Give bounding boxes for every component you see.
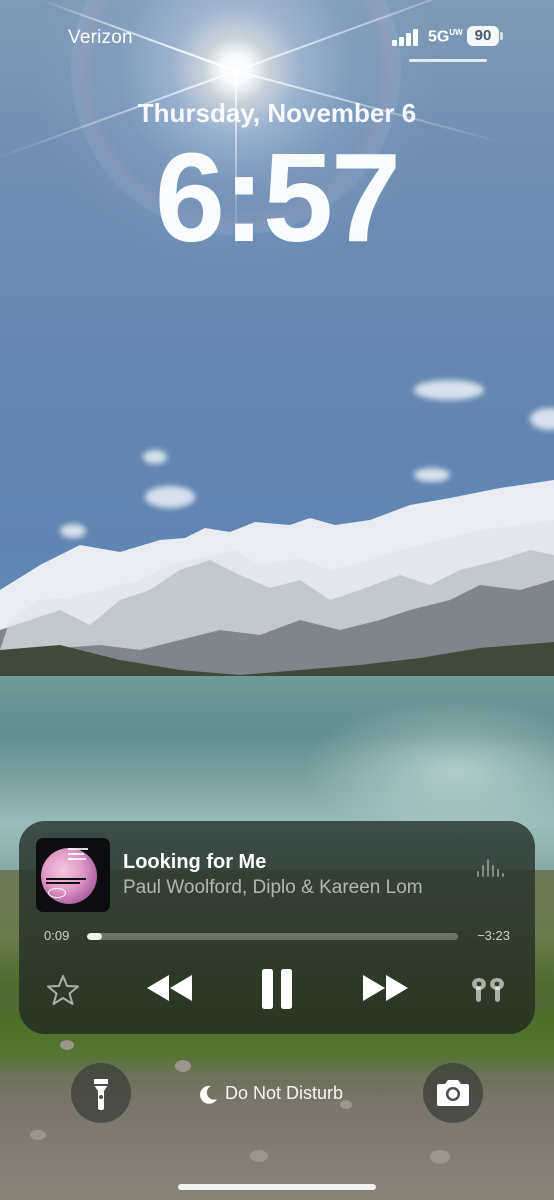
pebble xyxy=(30,1130,46,1140)
pebble xyxy=(430,1150,450,1164)
network-suffix: UW xyxy=(449,28,463,37)
flashlight-icon xyxy=(94,1079,108,1110)
battery-cap xyxy=(500,32,503,40)
pebble xyxy=(60,1040,74,1050)
cloud xyxy=(530,408,554,430)
elapsed-time: 0:09 xyxy=(44,928,70,943)
focus-label: Do Not Disturb xyxy=(225,1083,344,1103)
carrier-label: Verizon xyxy=(68,27,133,48)
now-playing-widget[interactable]: Looking for Me Paul Woolford, Diplo & Ka… xyxy=(19,821,535,1034)
lock-date: Thursday, November 6 xyxy=(137,98,417,128)
playback-progress xyxy=(87,933,102,940)
moon-icon xyxy=(200,1085,217,1104)
network-label: 5G xyxy=(428,28,450,46)
control-center-indicator[interactable] xyxy=(409,59,487,62)
home-indicator[interactable] xyxy=(178,1184,376,1190)
pebble xyxy=(250,1150,268,1162)
star-icon[interactable] xyxy=(46,973,80,1007)
track-title: Looking for Me xyxy=(123,851,267,873)
battery-icon: 90 xyxy=(467,26,503,46)
lock-time: 6:57 xyxy=(154,127,401,268)
rewind-icon[interactable] xyxy=(145,973,195,1003)
pause-icon[interactable] xyxy=(259,969,295,1009)
artwork-line xyxy=(68,858,86,860)
battery-level: 90 xyxy=(467,26,499,46)
cloud xyxy=(143,450,167,464)
lake-reflection xyxy=(300,700,554,840)
artwork-eye xyxy=(48,888,66,898)
camera-button[interactable] xyxy=(423,1063,483,1123)
playback-scrubber[interactable] xyxy=(87,933,458,940)
artwork-line xyxy=(46,878,86,880)
artwork-line xyxy=(46,882,80,884)
album-artwork[interactable] xyxy=(36,838,110,912)
artwork-line xyxy=(68,848,88,850)
flashlight-button[interactable] xyxy=(71,1063,131,1123)
pebble xyxy=(175,1060,191,1072)
network-type: 5GUW xyxy=(428,28,463,46)
status-bar: Verizon 5GUW 90 xyxy=(0,0,554,70)
airpods-icon[interactable] xyxy=(469,974,507,1004)
cloud xyxy=(414,380,484,400)
waveform-icon xyxy=(477,859,505,877)
artwork-line xyxy=(68,853,84,855)
fast-forward-icon[interactable] xyxy=(360,973,410,1003)
cellular-signal-icon xyxy=(392,28,420,46)
camera-icon xyxy=(437,1080,469,1106)
remaining-time: −3:23 xyxy=(477,928,510,943)
track-artist: Paul Woolford, Diplo & Kareen Lom xyxy=(123,877,423,898)
